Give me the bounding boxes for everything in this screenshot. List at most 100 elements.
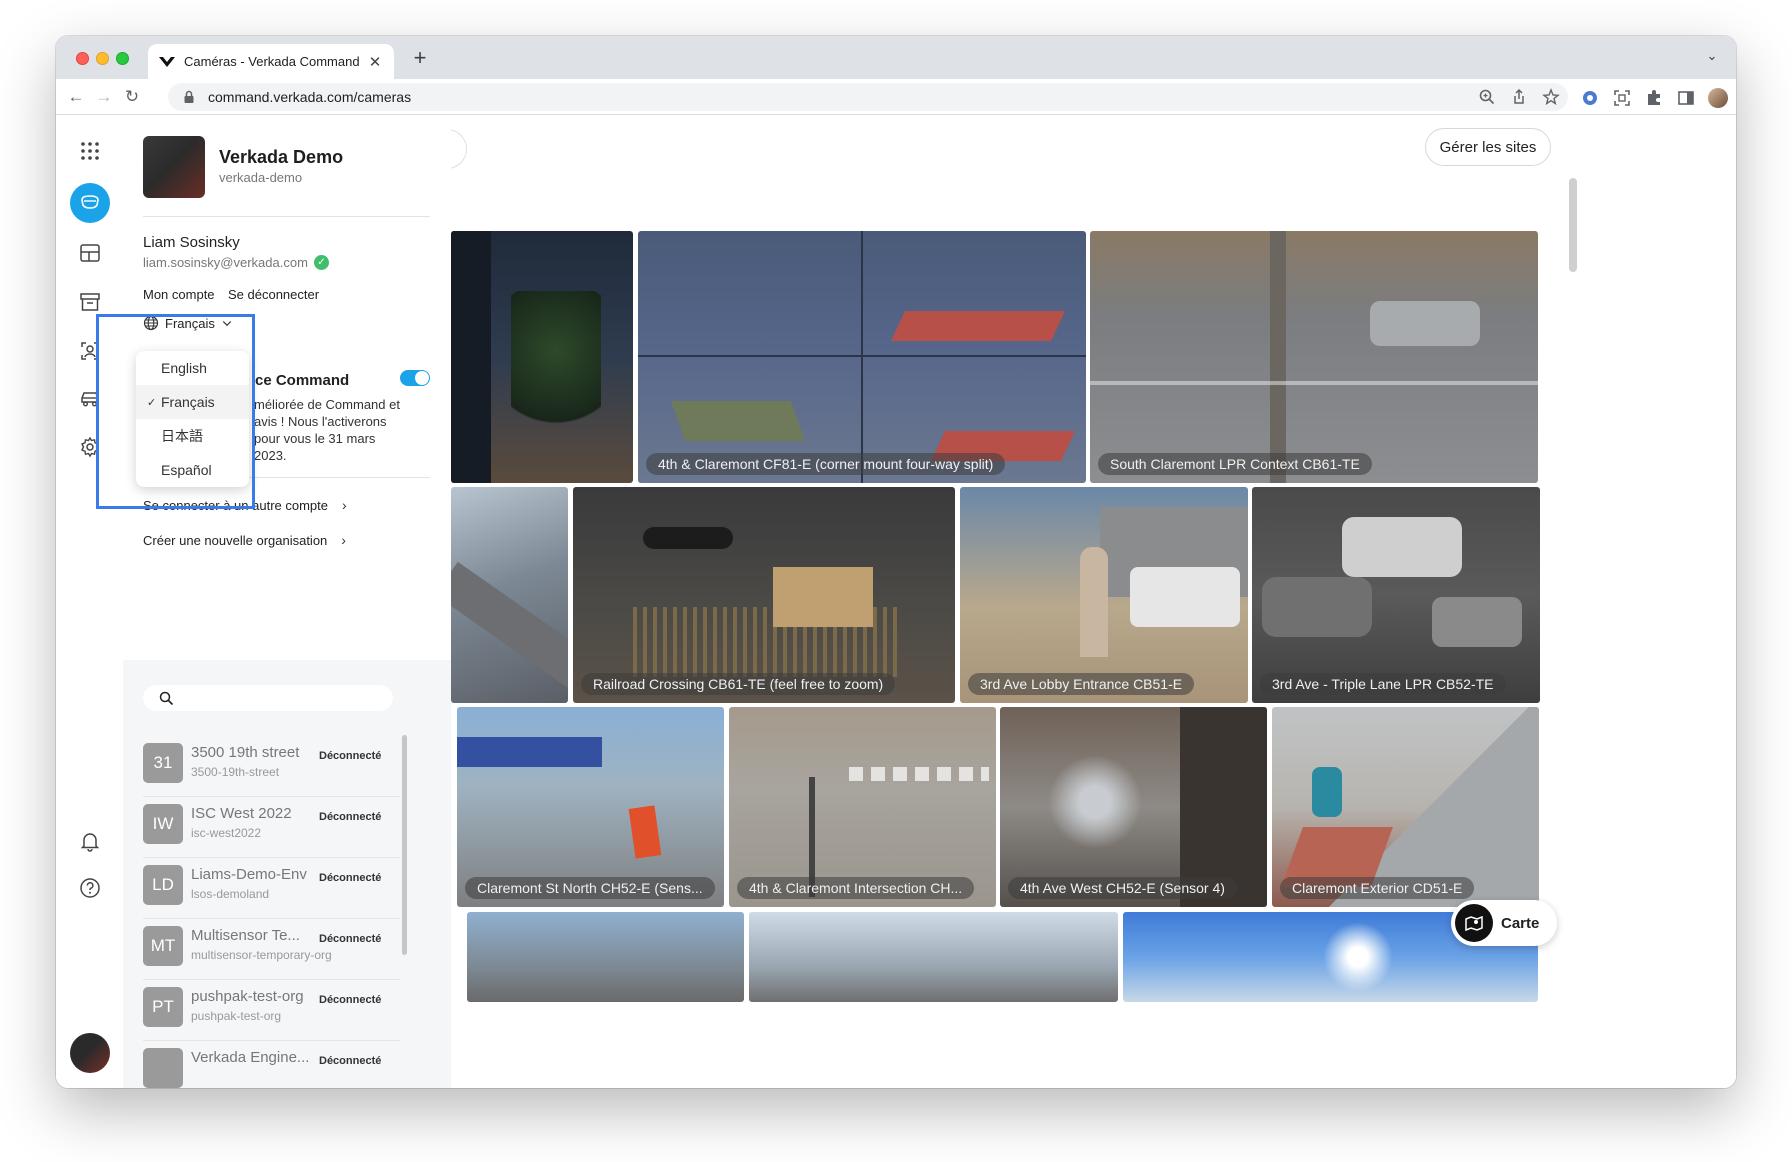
org-item-name: Verkada Engine... (191, 1049, 310, 1066)
chevron-down-icon (222, 321, 232, 327)
tab-close-icon[interactable]: ✕ (366, 53, 384, 71)
tab-strip: Caméras - Verkada Command ✕ + ⌄ (56, 36, 1736, 79)
notifications-bell-icon[interactable] (70, 821, 110, 861)
org-item-slug: lsos-demoland (191, 887, 270, 901)
my-account-link[interactable]: Mon compte (143, 287, 215, 302)
language-selector[interactable]: Français (143, 315, 233, 331)
check-icon: ✓ (147, 396, 157, 409)
reload-icon[interactable]: ↻ (120, 85, 144, 109)
switch-account-link[interactable]: Se connecter à un autre compte › (143, 497, 347, 513)
org-list-item[interactable]: IW ISC West 2022 isc-west2022 Déconnecté (143, 796, 400, 856)
logout-link[interactable]: Se déconnecter (228, 287, 319, 302)
org-search[interactable] (143, 685, 393, 711)
manage-sites-button[interactable]: Gérer les sites (1425, 128, 1551, 166)
close-window-button[interactable] (76, 52, 89, 65)
camera-tile[interactable]: 4th Ave West CH52-E (Sensor 4) (1000, 707, 1267, 907)
people-search-icon[interactable] (70, 331, 110, 371)
new-tab-button[interactable]: + (406, 44, 434, 72)
map-icon (1455, 904, 1493, 942)
extension-globe-icon[interactable] (1580, 88, 1600, 108)
org-list-item[interactable]: MT Multisensor Te... multisensor-temporary… (143, 918, 400, 978)
camera-tile[interactable]: Railroad Crossing CB61-TE (feel free to … (573, 487, 955, 703)
sidepanel-icon[interactable] (1676, 88, 1696, 108)
camera-tile[interactable]: Claremont St North CH52-E (Sens... (457, 707, 724, 907)
apps-grid-icon[interactable] (70, 131, 110, 171)
extensions-puzzle-icon[interactable] (1644, 88, 1664, 108)
camera-tile[interactable]: 4th & Claremont CF81-E (corner mount fou… (638, 231, 1086, 483)
cameras-icon[interactable] (70, 183, 110, 223)
zoom-icon[interactable] (1478, 88, 1496, 106)
language-option-japanese[interactable]: 日本語 (136, 419, 249, 453)
feature-description: méliorée de Command et avis ! Nous l'act… (254, 397, 400, 463)
tab-search-icon[interactable]: ⌄ (1702, 48, 1722, 68)
org-logo (143, 136, 205, 198)
feature-toggle[interactable] (400, 370, 430, 386)
org-search-input[interactable] (182, 690, 382, 706)
org-list-item[interactable]: PT pushpak-test-org pushpak-test-org Déconn… (143, 979, 400, 1039)
dashboard-icon[interactable] (70, 233, 110, 273)
camera-tile[interactable] (749, 912, 1118, 1002)
bookmark-star-icon[interactable] (1542, 88, 1560, 106)
camera-label: 3rd Ave Lobby Entrance CB51-E (968, 673, 1195, 695)
main-scrollbar[interactable] (1569, 178, 1577, 272)
chevron-right-icon: › (342, 497, 347, 513)
camera-tile[interactable] (451, 231, 633, 483)
verkada-logo-icon (159, 56, 175, 67)
zoom-window-button[interactable] (116, 52, 129, 65)
user-name: Liam Sosinsky (143, 234, 240, 251)
org-initials-badge: 31 (143, 743, 183, 783)
user-avatar[interactable] (70, 1033, 110, 1073)
create-org-label: Créer une nouvelle organisation (143, 532, 328, 548)
language-option-francais[interactable]: ✓ Français (136, 385, 249, 419)
address-bar[interactable]: command.verkada.com/cameras (168, 83, 1568, 111)
archive-icon[interactable] (70, 282, 110, 322)
org-list-item[interactable]: Verkada Engine... Déconnecté (143, 1040, 400, 1088)
browser-tab[interactable]: Caméras - Verkada Command ✕ (148, 44, 394, 79)
org-initials-badge: LD (143, 865, 183, 905)
profile-avatar[interactable] (1708, 88, 1728, 108)
language-option-english[interactable]: English (136, 351, 249, 385)
language-option-label: 日本語 (161, 428, 203, 444)
org-list-item[interactable]: 31 3500 19th street 3500-19th-street Déconn… (143, 735, 400, 795)
org-item-status: Déconnecté (319, 872, 382, 884)
camera-tile[interactable] (451, 487, 568, 703)
language-current: Français (165, 315, 215, 331)
language-option-espanol[interactable]: Español (136, 453, 249, 487)
browser-toolbar: ← → ↻ command.verkada.com/cameras ⋮ (56, 79, 1736, 115)
settings-gear-icon[interactable] (70, 427, 110, 467)
camera-search-button[interactable] (451, 129, 467, 169)
camera-tile[interactable]: 3rd Ave - Triple Lane LPR CB52-TE (1252, 487, 1540, 703)
org-item-status: Déconnecté (319, 1055, 382, 1067)
org-list-scrollbar[interactable] (402, 735, 407, 955)
camera-label: South Claremont LPR Context CB61-TE (1098, 453, 1372, 475)
nav-rail (56, 115, 123, 1088)
camera-tile[interactable] (467, 912, 744, 1002)
back-icon[interactable]: ← (64, 85, 88, 109)
org-initials-badge: MT (143, 926, 183, 966)
feature-title: ce Command (255, 372, 350, 389)
forward-icon[interactable]: → (92, 85, 116, 109)
camera-tile[interactable]: South Claremont LPR Context CB61-TE (1090, 231, 1538, 483)
camera-tile[interactable]: 4th & Claremont Intersection CH... (729, 707, 996, 907)
org-item-status: Déconnecté (319, 811, 382, 823)
map-button[interactable]: Carte (1451, 900, 1557, 946)
org-list-item[interactable]: LD Liams-Demo-Env lsos-demoland Déconnecté (143, 857, 400, 917)
vehicle-icon[interactable] (70, 379, 110, 419)
camera-label: 4th & Claremont CF81-E (corner mount fou… (646, 453, 1006, 475)
minimize-window-button[interactable] (96, 52, 109, 65)
camera-label: 3rd Ave - Triple Lane LPR CB52-TE (1260, 673, 1506, 695)
org-item-slug: 3500-19th-street (191, 765, 280, 779)
share-icon[interactable] (1510, 88, 1528, 106)
lock-icon (184, 90, 194, 103)
create-org-link[interactable]: Créer une nouvelle organisation › (143, 532, 346, 548)
tab-title: Caméras - Verkada Command (184, 54, 360, 69)
help-icon[interactable] (70, 868, 110, 908)
org-item-status: Déconnecté (319, 994, 382, 1006)
camera-grid-area: Gérer les sites 4th & Claremont CF81-E (… (451, 115, 1736, 1088)
camera-tile[interactable]: Claremont Exterior CD51-E (1272, 707, 1539, 907)
screenshot-icon[interactable] (1612, 88, 1632, 108)
map-button-label: Carte (1501, 914, 1540, 932)
language-option-label: Español (161, 462, 212, 478)
camera-tile[interactable]: 3rd Ave Lobby Entrance CB51-E (960, 487, 1248, 703)
org-name: Verkada Demo (219, 147, 344, 167)
